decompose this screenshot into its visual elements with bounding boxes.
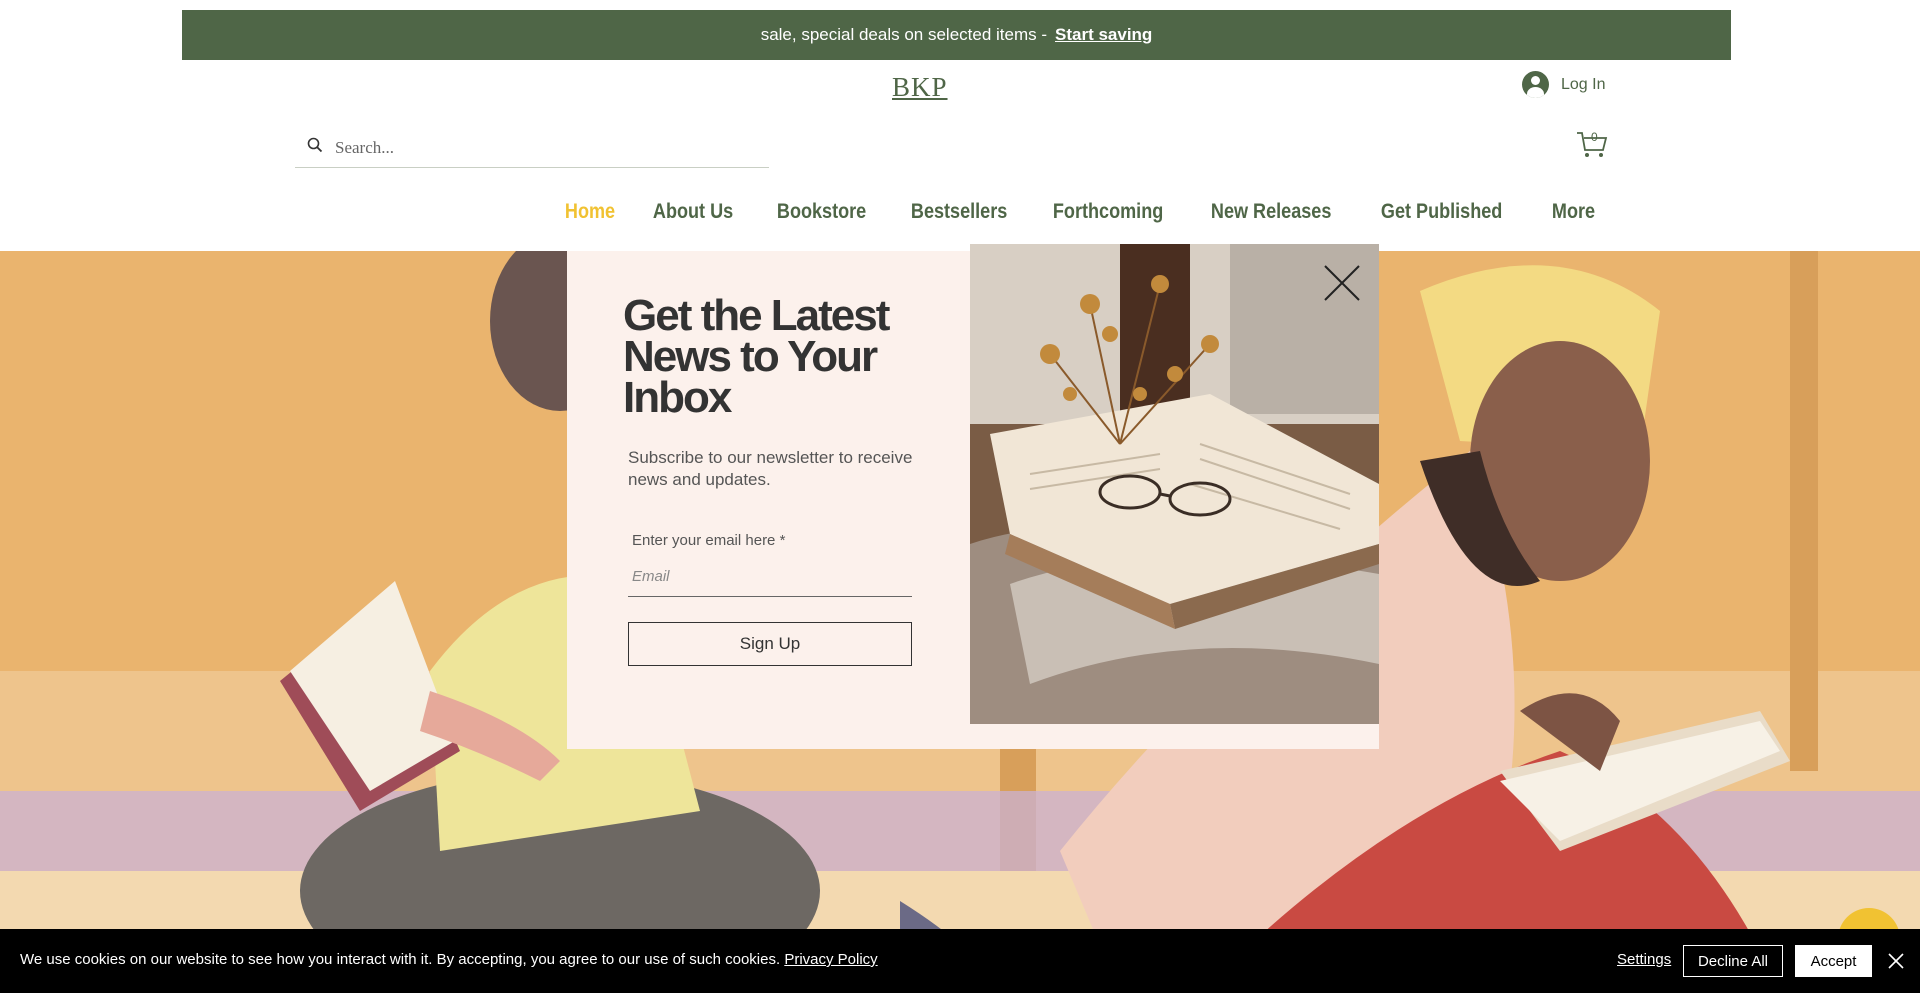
nav-item-more[interactable]: More — [1539, 200, 1608, 230]
search-bar — [295, 128, 769, 168]
promo-banner: sale, special deals on selected items - … — [182, 10, 1731, 60]
site-logo[interactable]: BKP — [892, 72, 948, 103]
email-field[interactable] — [628, 557, 912, 597]
sign-up-button[interactable]: Sign Up — [628, 622, 912, 666]
login-button[interactable]: Log In — [1522, 71, 1605, 98]
close-cookie-button[interactable] — [1884, 949, 1908, 973]
search-input[interactable] — [335, 137, 735, 158]
book-photo — [970, 244, 1379, 724]
cookie-message: We use cookies on our website to see how… — [20, 951, 781, 968]
close-icon — [1324, 265, 1360, 301]
nav-item-home[interactable]: Home — [552, 200, 628, 230]
popup-subtitle: Subscribe to our newsletter to receive n… — [628, 448, 913, 489]
login-label: Log In — [1561, 75, 1606, 93]
cookie-message-container: We use cookies on our website to see how… — [20, 951, 878, 968]
cart-count: 0 — [1591, 130, 1598, 144]
decline-all-button[interactable]: Decline All — [1683, 945, 1783, 977]
popup-headline: Get the Latest News to Your Inbox — [623, 291, 890, 422]
privacy-policy-link[interactable]: Privacy Policy — [784, 951, 877, 968]
page-root: sale, special deals on selected items - … — [0, 0, 1920, 993]
promo-text: sale, special deals on selected items - — [760, 25, 1047, 44]
accept-button[interactable]: Accept — [1795, 945, 1872, 977]
nav-item-new-releases[interactable]: New Releases — [1198, 200, 1344, 230]
nav-item-about-us[interactable]: About Us — [640, 200, 746, 230]
cart-button[interactable]: 0 — [1576, 130, 1610, 164]
main-nav: Home About Us Bookstore Bestsellers Fort… — [552, 200, 1619, 230]
search-icon — [307, 137, 323, 158]
cookie-banner: We use cookies on our website to see how… — [0, 929, 1920, 993]
close-popup-button[interactable] — [1322, 263, 1362, 303]
email-label: Enter your email here * — [632, 532, 786, 549]
nav-item-bookstore[interactable]: Bookstore — [764, 200, 879, 230]
nav-item-forthcoming[interactable]: Forthcoming — [1040, 200, 1176, 230]
avatar-icon — [1522, 71, 1549, 98]
nav-item-bestsellers[interactable]: Bestsellers — [898, 200, 1020, 230]
nav-item-get-published[interactable]: Get Published — [1368, 200, 1515, 230]
newsletter-popup: Get the Latest News to Your Inbox Subscr… — [567, 244, 1379, 749]
cookie-settings-link[interactable]: Settings — [1617, 951, 1671, 968]
start-saving-link[interactable]: Start saving — [1055, 25, 1152, 45]
close-icon — [1888, 953, 1904, 969]
